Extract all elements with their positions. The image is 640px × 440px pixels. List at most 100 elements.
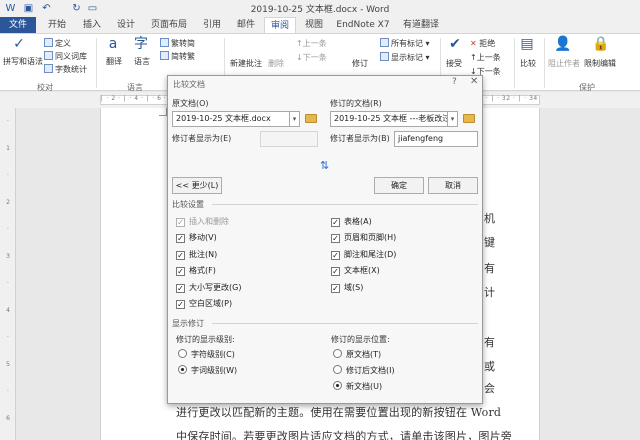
tab-youdao[interactable]: 有道翻译 [396, 17, 446, 33]
ribbon-tabs: 文件 开始 插入 设计 页面布局 引用 邮件 审阅 视图 EndNote X7 … [0, 17, 640, 33]
moves-checkbox[interactable]: ✓ 移动(V) [176, 232, 217, 243]
tab-review[interactable]: 审阅 [264, 17, 296, 33]
define-button[interactable]: 定义 [44, 38, 71, 49]
radio-dot [178, 349, 187, 358]
close-icon[interactable]: ✕ [470, 76, 478, 87]
arrow-up-icon: ↑ [296, 39, 303, 48]
show-changes-title: 显示修订 [172, 319, 204, 328]
cancel-button[interactable]: 取消 [428, 177, 478, 194]
checkbox-box: ✓ [331, 251, 340, 260]
tab-layout[interactable]: 页面布局 [144, 17, 194, 33]
restrict-editing-button[interactable]: 限制编辑 [584, 58, 616, 69]
prev-comment-button[interactable]: ↑上一条 [296, 38, 327, 49]
define-icon [44, 38, 53, 47]
delete-comment-button[interactable]: 删除 [268, 58, 284, 69]
checkbox-box: ✓ [176, 218, 185, 227]
original-doc-label: 原文档(O) [172, 99, 209, 108]
tab-references[interactable]: 引用 [196, 17, 228, 33]
vertical-ruler-ticks: ·1·2·3·4·5·6· [6, 118, 10, 422]
checkbox-box: ✓ [331, 284, 340, 293]
margin-mark [159, 108, 167, 116]
revised-label-as-label: 修订者显示为(B) [330, 134, 390, 143]
compare-button[interactable]: 比较 [520, 58, 536, 69]
document-line: 进行更改以匹配新的主题。使用在需要位置出现的新按钮在 Word [176, 406, 502, 419]
group-separator [96, 38, 97, 88]
revised-doc-input[interactable]: 2019-10-25 文本框 ---老板改过 [330, 111, 448, 127]
folder-icon[interactable] [463, 114, 475, 123]
revised-label-as-input[interactable]: jiafengfeng [394, 131, 478, 147]
word-level-radio[interactable]: 字词级别(W) [178, 365, 237, 376]
translate-button[interactable]: 翻译 [106, 56, 122, 67]
markup-select[interactable]: 所有标记 ▾ [380, 38, 430, 49]
prev-change-button[interactable]: ↑上一条 [470, 52, 501, 63]
spell-check-icon[interactable]: ✓ [10, 36, 28, 52]
thesaurus-button[interactable]: 同义词库 [44, 51, 87, 62]
accept-icon[interactable]: ✔ [446, 36, 464, 52]
chevron-down-icon[interactable]: ▾ [447, 111, 458, 127]
show-in-label: 修订的显示位置: [331, 335, 390, 344]
swap-documents-icon[interactable]: ⇅ [320, 159, 329, 172]
next-comment-button[interactable]: ↓下一条 [296, 52, 327, 63]
tab-view[interactable]: 视图 [298, 17, 330, 33]
document-text-fragment: 有 [484, 262, 495, 275]
trad-to-simp-button[interactable]: 繁转简 [160, 38, 195, 49]
tab-file[interactable]: 文件 [0, 17, 36, 33]
simp-trad-icon [160, 51, 169, 60]
chevron-down-icon[interactable]: ▾ [289, 111, 300, 127]
radio-dot [333, 349, 342, 358]
case-changes-checkbox[interactable]: ✓ 大小写更改(G) [176, 282, 241, 293]
show-level-label: 修订的显示级别: [176, 335, 235, 344]
original-document-radio[interactable]: 原文档(T) [333, 349, 381, 360]
comments-checkbox[interactable]: ✓ 批注(N) [176, 249, 217, 260]
tables-checkbox[interactable]: ✓ 表格(A) [331, 216, 372, 227]
checkbox-box: ✓ [331, 218, 340, 227]
compare-documents-dialog: 比较文档 ? ✕ 原文档(O) 2019-10-25 文本框.docx ▾ 修订… [167, 75, 483, 404]
help-icon[interactable]: ? [452, 77, 457, 87]
document-text-fragment: 键 [484, 236, 495, 249]
tab-insert[interactable]: 插入 [76, 17, 108, 33]
word-window: W ▣ ↶ ↻ ▭ 2019-10-25 文本框.docx - Word 文件 … [0, 0, 640, 440]
block-authors-icon[interactable]: 👤 [554, 36, 572, 52]
markup-icon [380, 38, 389, 47]
show-markup-button[interactable]: 显示标记 ▾ [380, 52, 430, 63]
formatting-checkbox[interactable]: ✓ 格式(F) [176, 265, 216, 276]
simp-to-trad-button[interactable]: 简转繁 [160, 51, 195, 62]
reject-button[interactable]: ✕ 拒绝 [470, 38, 495, 49]
word-count-button[interactable]: 字数统计 [44, 64, 87, 75]
language-button[interactable]: 语言 [134, 56, 150, 67]
track-changes-button[interactable]: 修订 [352, 58, 368, 69]
headers-footers-checkbox[interactable]: ✓ 页眉和页脚(H) [331, 232, 396, 243]
vertical-ruler[interactable]: ·1·2·3·4·5·6· [0, 108, 16, 440]
fields-checkbox[interactable]: ✓ 域(S) [331, 282, 363, 293]
white-space-checkbox[interactable]: ✓ 空白区域(P) [176, 298, 232, 309]
character-level-radio[interactable]: 字符级别(C) [178, 349, 235, 360]
new-comment-button[interactable]: 新建批注 [230, 58, 262, 69]
restrict-editing-icon[interactable]: 🔒 [592, 36, 610, 52]
radio-dot [178, 365, 187, 374]
textboxes-checkbox[interactable]: ✓ 文本框(X) [331, 265, 380, 276]
tab-mailings[interactable]: 邮件 [230, 17, 262, 33]
translate-icon[interactable]: a [104, 36, 122, 52]
block-authors-button[interactable]: 阻止作者 [548, 58, 580, 69]
spell-grammar-button[interactable]: 拼写和语法 [3, 56, 43, 67]
ok-button[interactable]: 确定 [374, 177, 424, 194]
insertions-deletions-checkbox[interactable]: ✓ 插入和删除 [176, 216, 229, 227]
original-doc-input[interactable]: 2019-10-25 文本框.docx [172, 111, 290, 127]
less-button[interactable]: << 更少(L) [172, 177, 222, 194]
revised-document-radio[interactable]: 修订后文档(I) [333, 365, 395, 376]
new-document-radio[interactable]: 新文档(U) [333, 381, 382, 392]
compare-settings-title: 比较设置 [172, 200, 204, 209]
tab-design[interactable]: 设计 [110, 17, 142, 33]
language-icon[interactable]: 字 [132, 36, 150, 52]
checkbox-box: ✓ [176, 234, 185, 243]
dialog-title: 比较文档 [173, 80, 205, 89]
checkbox-box: ✓ [331, 234, 340, 243]
original-label-as-input[interactable] [260, 131, 318, 147]
prev-change-icon: ↑ [470, 53, 477, 62]
tab-home[interactable]: 开始 [40, 17, 74, 33]
compare-icon[interactable]: ▤ [518, 36, 536, 52]
footnotes-endnotes-checkbox[interactable]: ✓ 脚注和尾注(D) [331, 249, 396, 260]
tab-endnote[interactable]: EndNote X7 [334, 17, 392, 33]
folder-icon[interactable] [305, 114, 317, 123]
accept-button[interactable]: 接受 [446, 58, 462, 69]
